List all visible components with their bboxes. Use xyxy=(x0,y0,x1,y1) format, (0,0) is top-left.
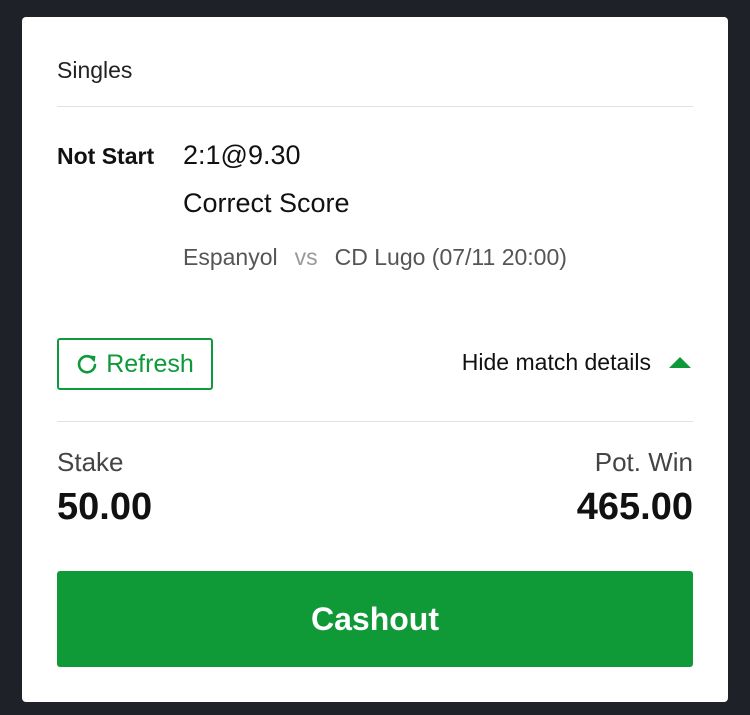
divider xyxy=(57,106,693,107)
bet-slip-card: Singles Not Start 2:1@9.30 Correct Score… xyxy=(22,17,728,702)
stake-label: Stake xyxy=(57,447,124,477)
bet-type-title: Singles xyxy=(57,57,133,83)
bet-selection: 2:1@9.30 xyxy=(183,140,301,170)
away-team-time: CD Lugo (07/11 20:00) xyxy=(334,244,567,270)
pot-win-label: Pot. Win xyxy=(594,447,693,477)
cashout-button[interactable]: Cashout xyxy=(57,571,693,667)
hide-match-details-toggle[interactable]: Hide match details xyxy=(462,349,691,376)
stake-value: 50.00 xyxy=(57,486,153,528)
toggle-details-label: Hide match details xyxy=(461,349,651,375)
home-team: Espanyol xyxy=(183,244,278,270)
pot-win-value: 465.00 xyxy=(576,486,693,528)
vs-label: vs xyxy=(294,244,318,270)
divider xyxy=(57,421,693,422)
refresh-icon xyxy=(76,353,98,375)
refresh-button[interactable]: Refresh xyxy=(57,338,213,390)
caret-up-icon xyxy=(669,357,691,368)
bet-status: Not Start xyxy=(57,143,155,169)
match-info: Espanyol vs CD Lugo (07/11 20:00) xyxy=(183,244,567,271)
refresh-label: Refresh xyxy=(106,349,194,378)
bet-market: Correct Score xyxy=(183,188,350,218)
